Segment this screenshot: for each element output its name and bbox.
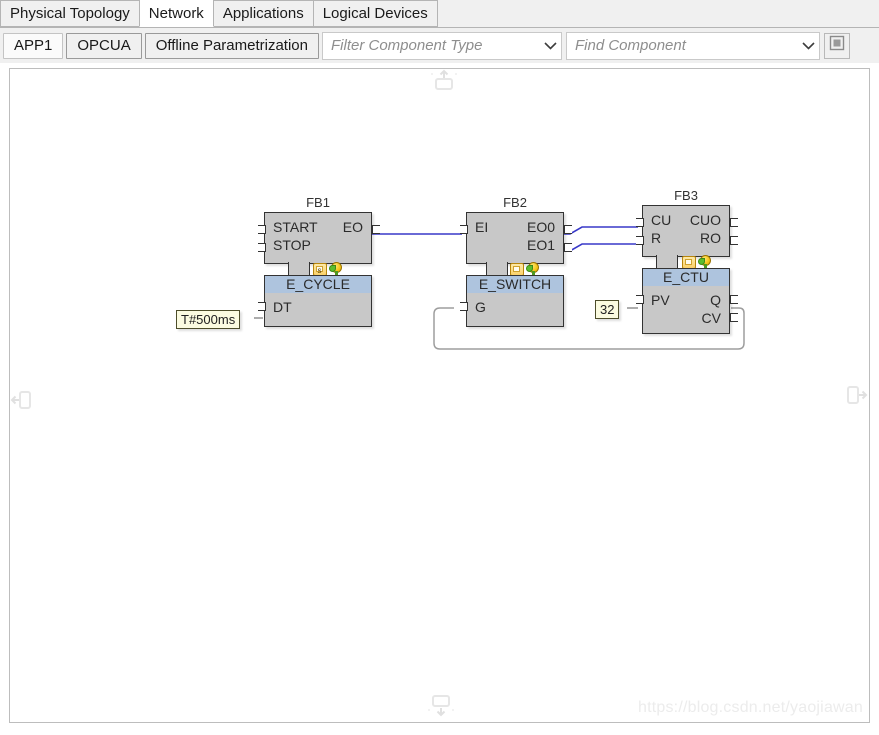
literal-value-dt[interactable]: T#500ms [176, 310, 241, 329]
idea-icon[interactable] [329, 262, 343, 276]
fb2-event-input-ei: EI [475, 219, 489, 235]
tab-label: Physical Topology [10, 5, 130, 22]
tab-network[interactable]: Network [138, 0, 214, 27]
chevron-down-icon[interactable] [797, 33, 819, 59]
find-component-combo[interactable]: Find Component [566, 31, 820, 60]
fb2-section-connector [486, 262, 508, 276]
fb2-event-output-eo1: EO1 [526, 237, 555, 253]
fb3-instance-name: FB3 [674, 188, 698, 203]
tab-label: Applications [222, 5, 304, 22]
literal-dt-text: T#500ms [181, 312, 236, 327]
fb3-data-section[interactable]: E_CTU PV Q CV [642, 268, 730, 334]
fb3-pin-cv[interactable] [730, 313, 738, 322]
network-toolbar: APP1 OPCUA Offline Parametrization Filte… [0, 28, 879, 63]
function-block-fb3[interactable]: FB3 CU R CUO RO E_CTU PV Q CV [636, 188, 738, 334]
fb1-pin-stop[interactable] [258, 243, 266, 252]
offline-parametrization-label: Offline Parametrization [155, 37, 308, 54]
fb1-event-input-stop: STOP [273, 237, 311, 253]
fb3-event-input-cu: CU [651, 212, 672, 228]
tab-label: Network [148, 4, 204, 22]
fb2-pin-g[interactable] [460, 302, 468, 311]
tab-applications[interactable]: Applications [212, 0, 314, 27]
fit-to-window-icon [829, 35, 845, 56]
fb2-data-section[interactable]: E_SWITCH G [466, 275, 564, 327]
filter-component-type-combo[interactable]: Filter Component Type [322, 31, 562, 60]
fb3-data-output-q: Q [710, 292, 721, 308]
fb1-event-input-start: START [273, 219, 318, 235]
fb1-event-section[interactable]: START STOP EO [264, 212, 372, 264]
fb3-event-input-r: R [651, 230, 662, 246]
fb2-data-input-g: G [475, 299, 486, 315]
fb2-pin-eo0[interactable] [564, 225, 572, 234]
fb3-data-input-pv: PV [651, 292, 670, 308]
connection-wires [254, 226, 745, 350]
fb2-instance-name: FB2 [503, 195, 527, 210]
fb2-type-name: E_SWITCH [467, 276, 563, 293]
fb2-pin-eo1[interactable] [564, 243, 572, 252]
fb3-pin-pv[interactable] [636, 295, 644, 304]
filter-component-type-input[interactable]: Filter Component Type [323, 37, 539, 54]
fb3-pin-ro[interactable] [730, 236, 738, 245]
app1-button[interactable]: APP1 [3, 32, 64, 59]
app1-button-label: APP1 [14, 37, 53, 54]
fb3-section-connector [656, 255, 678, 269]
fb1-section-connector [288, 262, 310, 276]
fb1-data-input-dt: DT [273, 299, 292, 315]
opcua-button[interactable]: OPCUA [66, 32, 142, 59]
canvas-handle-top[interactable] [428, 69, 460, 91]
fb3-pin-q[interactable] [730, 295, 738, 304]
tab-physical-topology[interactable]: Physical Topology [0, 0, 140, 27]
literal-value-pv[interactable]: 32 [595, 300, 620, 319]
find-component-input[interactable]: Find Component [567, 37, 797, 54]
offline-parametrization-button[interactable]: Offline Parametrization [144, 32, 319, 59]
fb3-pin-cuo[interactable] [730, 218, 738, 227]
network-canvas[interactable]: FB1 START STOP EO E_CYCLE DT FB2 EI EO0 … [9, 68, 870, 723]
canvas-handle-right[interactable] [845, 379, 869, 411]
fb2-event-section[interactable]: EI EO0 EO1 [466, 212, 564, 264]
main-tab-bar: Physical Topology Network Applications L… [0, 0, 879, 28]
canvas-handle-bottom[interactable] [424, 694, 458, 718]
fb3-event-section[interactable]: CU R CUO RO [642, 205, 730, 257]
fb3-data-output-cv: CV [701, 310, 721, 326]
fb3-type-name: E_CTU [643, 269, 729, 286]
fb3-pin-cu[interactable] [636, 218, 644, 227]
idea-icon[interactable] [526, 262, 540, 276]
fb1-pin-eo[interactable] [372, 225, 380, 234]
fb3-pin-r[interactable] [636, 236, 644, 245]
fb1-event-output-eo: EO [342, 219, 363, 235]
fb2-event-output-eo0: EO0 [526, 219, 555, 235]
watermark-text: https://blog.csdn.net/yaojiawan [637, 699, 863, 716]
function-block-fb1[interactable]: FB1 START STOP EO E_CYCLE DT [258, 195, 380, 327]
fb1-instance-name: FB1 [306, 195, 330, 210]
tab-logical-devices[interactable]: Logical Devices [312, 0, 438, 27]
fb1-type-name: E_CYCLE [265, 276, 371, 293]
canvas-handle-left[interactable] [10, 384, 32, 416]
literal-pv-text: 32 [600, 302, 615, 317]
chevron-down-icon[interactable] [539, 33, 561, 59]
fit-to-window-button[interactable] [824, 32, 850, 59]
fb2-pin-ei[interactable] [460, 225, 468, 234]
fb3-event-output-ro: RO [700, 230, 721, 246]
fb1-pin-dt[interactable] [258, 302, 266, 311]
idea-icon[interactable] [698, 255, 712, 269]
fb1-data-section[interactable]: E_CYCLE DT [264, 275, 372, 327]
function-block-fb2[interactable]: FB2 EI EO0 EO1 E_SWITCH G [460, 195, 572, 327]
fb3-event-output-cuo: CUO [689, 212, 721, 228]
opcua-button-label: OPCUA [77, 37, 131, 54]
fb1-pin-start[interactable] [258, 225, 266, 234]
tab-label: Logical Devices [322, 5, 428, 22]
